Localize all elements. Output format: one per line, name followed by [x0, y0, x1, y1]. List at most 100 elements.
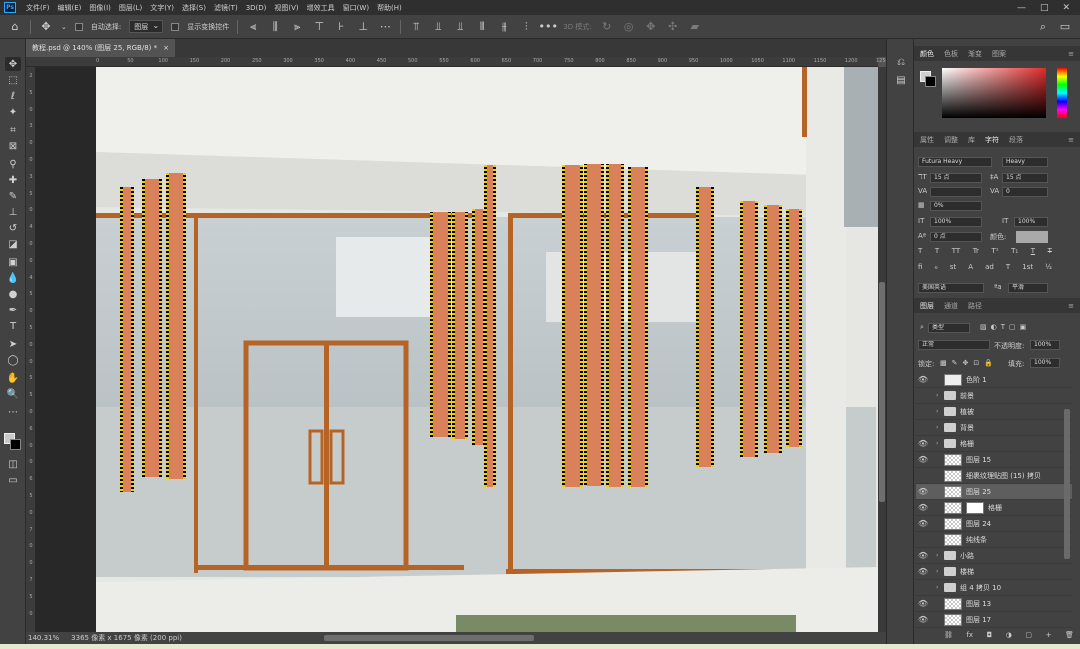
document-size[interactable]: 3365 像素 x 1675 像素 (200 ppi)	[71, 633, 182, 643]
background-color-swatch[interactable]	[10, 439, 21, 450]
tab-swatches[interactable]: 色板	[944, 49, 958, 59]
marquee-tool-icon[interactable]: ⬚	[5, 73, 21, 87]
home-icon[interactable]: ⌂	[8, 20, 22, 34]
align-center-icon[interactable]: ⫼	[268, 20, 282, 34]
layer-row[interactable]: 👁 › 小路	[916, 548, 1072, 564]
zoom-tool-icon[interactable]: 🔍	[5, 387, 21, 401]
baseline-shift-field[interactable]: 0 点	[930, 232, 982, 242]
close-tab-icon[interactable]: ×	[163, 44, 169, 52]
comments-icon[interactable]: ▤	[893, 73, 909, 87]
visibility-eye-icon[interactable]: 👁	[916, 567, 930, 576]
panel-menu-icon[interactable]: ≡	[1068, 302, 1074, 310]
contextual-alt-button[interactable]: ℴ	[934, 263, 937, 275]
3d-slide-icon[interactable]: ✣	[666, 20, 680, 34]
tab-color[interactable]: 颜色	[920, 49, 934, 59]
opacity-field[interactable]: 100%	[1030, 340, 1060, 350]
more-icon[interactable]: •••	[539, 20, 558, 34]
group-expand-icon[interactable]: ›	[936, 440, 944, 447]
blur-tool-icon[interactable]: 💧	[5, 271, 21, 285]
chevron-down-icon[interactable]: ⌄	[61, 23, 67, 31]
layer-row[interactable]: 👁 格栅	[916, 500, 1072, 516]
align-right-icon[interactable]: ⫸	[290, 20, 304, 34]
distribute-top-icon[interactable]: ⫪	[409, 20, 423, 34]
3d-rotate-icon[interactable]: ↻	[600, 20, 614, 34]
layer-name[interactable]: 图层 13	[966, 599, 991, 609]
menu-plugins[interactable]: 增效工具	[303, 3, 339, 13]
layer-row[interactable]: 👁 色阶 1	[916, 372, 1072, 388]
menu-select[interactable]: 选择(S)	[178, 3, 210, 13]
strikethrough-button[interactable]: T	[1048, 247, 1052, 259]
quick-mask-icon[interactable]: ◫	[5, 457, 21, 471]
layer-name[interactable]: 图层 25	[966, 487, 991, 497]
layer-name[interactable]: 小路	[960, 551, 974, 561]
group-expand-icon[interactable]: ›	[936, 584, 944, 591]
lock-icons[interactable]: ▩✎✥⊡🔒	[940, 359, 998, 367]
kerning-field[interactable]	[930, 187, 982, 197]
history-icon[interactable]: ⎌	[893, 55, 909, 69]
link-layers-icon[interactable]: ⛓	[944, 631, 953, 643]
swash-button[interactable]: A	[968, 263, 973, 275]
layer-row[interactable]: 👁 › 格栅	[916, 436, 1072, 452]
layer-name[interactable]: 纯线条	[966, 535, 987, 545]
align-left-icon[interactable]: ⫷	[246, 20, 260, 34]
distribute-center-icon[interactable]: ⫫	[431, 20, 445, 34]
superscript-button[interactable]: T¹	[991, 247, 998, 259]
layer-row[interactable]: 细裹纹理贴图 (15) 拷贝	[916, 468, 1072, 484]
color-picker-field[interactable]	[942, 68, 1046, 118]
new-group-icon[interactable]: ▢	[1025, 631, 1032, 643]
layer-name[interactable]: 图层 24	[966, 519, 991, 529]
visibility-eye-icon[interactable]: 👁	[916, 439, 930, 448]
stamp-tool-icon[interactable]: ⊥	[5, 205, 21, 219]
tracking-field[interactable]: 0	[1002, 187, 1048, 197]
fill-field[interactable]: 100%	[1030, 358, 1060, 368]
layer-row[interactable]: › 背景	[916, 420, 1072, 436]
document-canvas[interactable]	[36, 67, 878, 632]
visibility-eye-icon[interactable]: 👁	[916, 519, 930, 528]
add-mask-icon[interactable]: ◘	[987, 631, 993, 643]
layer-name[interactable]: 色阶 1	[966, 375, 987, 385]
small-caps-button[interactable]: Tr	[973, 247, 979, 259]
zoom-level[interactable]: 140.31%	[28, 634, 59, 642]
vertical-scrollbar[interactable]	[878, 67, 886, 632]
distribute-right-icon[interactable]: ⫶	[519, 20, 533, 34]
visibility-eye-icon[interactable]: 👁	[916, 487, 930, 496]
panel-menu-icon[interactable]: ≡	[1068, 136, 1074, 144]
layer-name[interactable]: 植被	[960, 407, 974, 417]
distribute-bottom-icon[interactable]: ⫫	[453, 20, 467, 34]
language-select[interactable]: 美国英语	[918, 283, 984, 293]
visibility-eye-icon[interactable]: 👁	[916, 503, 930, 512]
panel-menu-icon[interactable]: ≡	[1068, 50, 1074, 58]
search-icon[interactable]: ⌕	[1036, 20, 1050, 34]
distribute-left-icon[interactable]: ⫴	[475, 20, 489, 34]
menu-view[interactable]: 视图(V)	[270, 3, 302, 13]
all-caps-button[interactable]: TT	[952, 247, 960, 259]
leading-field[interactable]: 15 点	[1002, 173, 1048, 183]
menu-layer[interactable]: 图层(L)	[115, 3, 146, 13]
font-family-select[interactable]: Futura Heavy	[918, 157, 992, 167]
document-tab[interactable]: 教程.psd @ 140% (图层 25, RGB/8) * ×	[26, 39, 175, 57]
type-tool-icon[interactable]: T	[5, 319, 21, 333]
transform-controls-checkbox[interactable]	[171, 22, 180, 31]
fraction-button[interactable]: ½	[1045, 263, 1052, 275]
eraser-tool-icon[interactable]: ◪	[5, 237, 21, 251]
distribute-mid-icon[interactable]: ⫵	[497, 20, 511, 34]
layer-row[interactable]: 👁 图层 25	[916, 484, 1072, 500]
menu-edit[interactable]: 编辑(E)	[54, 3, 86, 13]
align-middle-icon[interactable]: ⊦	[334, 20, 348, 34]
group-expand-icon[interactable]: ›	[936, 392, 944, 399]
visibility-eye-icon[interactable]: 👁	[916, 551, 930, 560]
pen-tool-icon[interactable]: ✒	[5, 303, 21, 317]
tab-adjustments[interactable]: 调整	[944, 135, 958, 145]
layer-row[interactable]: › 组 4 拷贝 10	[916, 580, 1072, 596]
blend-mode-select[interactable]: 正常	[918, 340, 990, 350]
group-expand-icon[interactable]: ›	[936, 568, 944, 575]
font-size-field[interactable]: 15 点	[930, 173, 982, 183]
horizontal-scale-field[interactable]: 100%	[1014, 217, 1048, 227]
tab-channels[interactable]: 通道	[944, 301, 958, 311]
tab-libraries[interactable]: 库	[968, 135, 975, 145]
layer-row[interactable]: 👁 图层 17	[916, 612, 1072, 628]
photoshop-logo-icon[interactable]: Ps	[4, 2, 16, 13]
layer-row[interactable]: 👁 图层 15	[916, 452, 1072, 468]
path-select-icon[interactable]: ➤	[5, 337, 21, 351]
menu-type[interactable]: 文字(Y)	[146, 3, 178, 13]
